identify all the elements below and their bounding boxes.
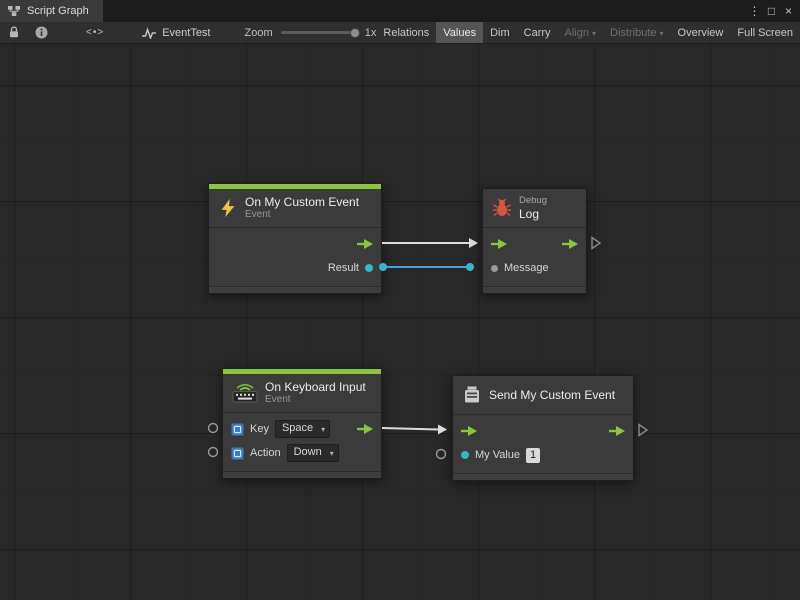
key-input-row: Key Space: [223, 417, 381, 441]
message-port-dot[interactable]: [491, 265, 498, 272]
key-port-label: Key: [250, 423, 269, 435]
zoom-slider-track[interactable]: [281, 31, 356, 34]
graph-breadcrumb[interactable]: EventTest: [141, 27, 210, 39]
node-debug-log[interactable]: Debug Log Message: [482, 188, 587, 294]
node-send-my-custom-event[interactable]: Send My Custom Event My Value 1: [452, 375, 634, 481]
tab-script-graph[interactable]: Script Graph: [0, 0, 103, 22]
node-title: Log: [519, 207, 547, 221]
my-value-port-dot[interactable]: [461, 451, 469, 459]
key-dropdown[interactable]: Space: [275, 420, 330, 438]
info-button[interactable]: [32, 22, 51, 43]
graph-toolbar: <•> EventTest Zoom 1x Relations Values D…: [0, 22, 800, 44]
full-screen-button[interactable]: Full Screen: [730, 22, 800, 43]
flow-ports-row: [483, 232, 586, 256]
graph-name: EventTest: [162, 27, 210, 39]
dim-button[interactable]: Dim: [483, 22, 517, 43]
relations-button[interactable]: Relations: [376, 22, 436, 43]
flow-wire-arrowhead: [438, 425, 447, 435]
zoom-value: 1x: [365, 27, 377, 39]
event-graph-icon: [141, 27, 157, 39]
flow-ports-row: [453, 419, 633, 443]
chevron-down-icon: [660, 27, 664, 39]
keyboard-icon: [232, 383, 258, 403]
zoom-slider[interactable]: [281, 28, 356, 38]
unconnected-input-circle-myvalue[interactable]: [437, 450, 446, 459]
wires-layer: [0, 44, 800, 600]
node-footer: [483, 286, 586, 293]
value-wire-endpoint: [466, 263, 474, 271]
window-close-icon[interactable]: ×: [780, 2, 797, 20]
bug-icon: [492, 198, 512, 218]
action-dropdown[interactable]: Down: [287, 444, 339, 462]
unconnected-flow-triangle-log[interactable]: [592, 238, 600, 249]
lock-button[interactable]: [5, 22, 23, 43]
unconnected-flow-triangle-send[interactable]: [639, 425, 647, 436]
toolbar-buttons: Relations Values Dim Carry Align Distrib…: [376, 22, 800, 43]
flow-wire-keyboard-to-send[interactable]: [382, 428, 438, 430]
result-port-label: Result: [328, 262, 359, 274]
align-button[interactable]: Align: [558, 22, 603, 43]
info-icon: [35, 26, 48, 39]
window-maximize-icon[interactable]: □: [763, 2, 780, 20]
keycode-icon: [231, 423, 244, 436]
message-input-row: Message: [483, 256, 586, 280]
node-header[interactable]: Debug Log: [483, 189, 586, 227]
carry-button[interactable]: Carry: [517, 22, 558, 43]
result-port-dot[interactable]: [365, 264, 373, 272]
node-title: Send My Custom Event: [489, 388, 615, 402]
distribute-button-label: Distribute: [610, 27, 656, 39]
values-button[interactable]: Values: [436, 22, 483, 43]
lock-icon: [8, 26, 20, 39]
node-footer: [223, 471, 381, 478]
chevron-down-icon: [592, 27, 596, 39]
zoom-slider-knob[interactable]: [350, 28, 360, 38]
node-on-keyboard-input[interactable]: On Keyboard Input Event Key Space: [222, 368, 382, 479]
node-footer: [453, 473, 633, 480]
distribute-button[interactable]: Distribute: [603, 22, 670, 43]
zoom-label: Zoom: [245, 27, 273, 39]
node-header[interactable]: Send My Custom Event: [453, 376, 633, 414]
node-subtitle: Event: [265, 394, 366, 406]
my-value-field[interactable]: 1: [526, 448, 540, 463]
node-title: On Keyboard Input: [265, 380, 366, 394]
graph-canvas[interactable]: On My Custom Event Event Result: [0, 44, 800, 600]
send-event-icon: [462, 385, 482, 405]
flow-input-port-icon[interactable]: [491, 239, 507, 249]
flow-wire-arrowhead: [469, 238, 478, 248]
node-footer: [209, 286, 381, 293]
action-input-row: Action Down: [223, 441, 381, 465]
flow-output-port-icon[interactable]: [357, 424, 373, 434]
lightning-icon: [218, 198, 238, 218]
action-enum-icon: [231, 447, 244, 460]
node-title: On My Custom Event: [245, 195, 359, 209]
window-menu-icon[interactable]: ⋮: [746, 2, 763, 20]
node-header[interactable]: On Keyboard Input Event: [223, 374, 381, 412]
flow-output-row: [209, 232, 381, 256]
unconnected-input-circle-key[interactable]: [209, 424, 218, 433]
script-graph-icon: [7, 5, 21, 17]
my-value-input-row: My Value 1: [453, 443, 633, 467]
tab-title: Script Graph: [27, 5, 89, 17]
node-subtitle: Event: [245, 209, 359, 221]
node-header[interactable]: On My Custom Event Event: [209, 189, 381, 227]
node-on-my-custom-event[interactable]: On My Custom Event Event Result: [208, 183, 382, 294]
window-controls: ⋮ □ ×: [746, 0, 800, 22]
message-port-label: Message: [504, 262, 549, 274]
overview-button[interactable]: Overview: [671, 22, 731, 43]
flow-output-port-icon[interactable]: [357, 239, 373, 249]
code-view-button[interactable]: <•>: [83, 22, 107, 43]
my-value-port-label: My Value: [475, 449, 520, 461]
node-category: Debug: [519, 195, 547, 206]
flow-output-port-icon[interactable]: [609, 426, 625, 436]
flow-input-port-icon[interactable]: [461, 426, 477, 436]
align-button-label: Align: [565, 27, 589, 39]
window-titlebar: Script Graph ⋮ □ ×: [0, 0, 800, 22]
flow-output-port-icon[interactable]: [562, 239, 578, 249]
unconnected-input-circle-action[interactable]: [209, 448, 218, 457]
result-output-row: Result: [209, 256, 381, 280]
action-port-label: Action: [250, 447, 281, 459]
